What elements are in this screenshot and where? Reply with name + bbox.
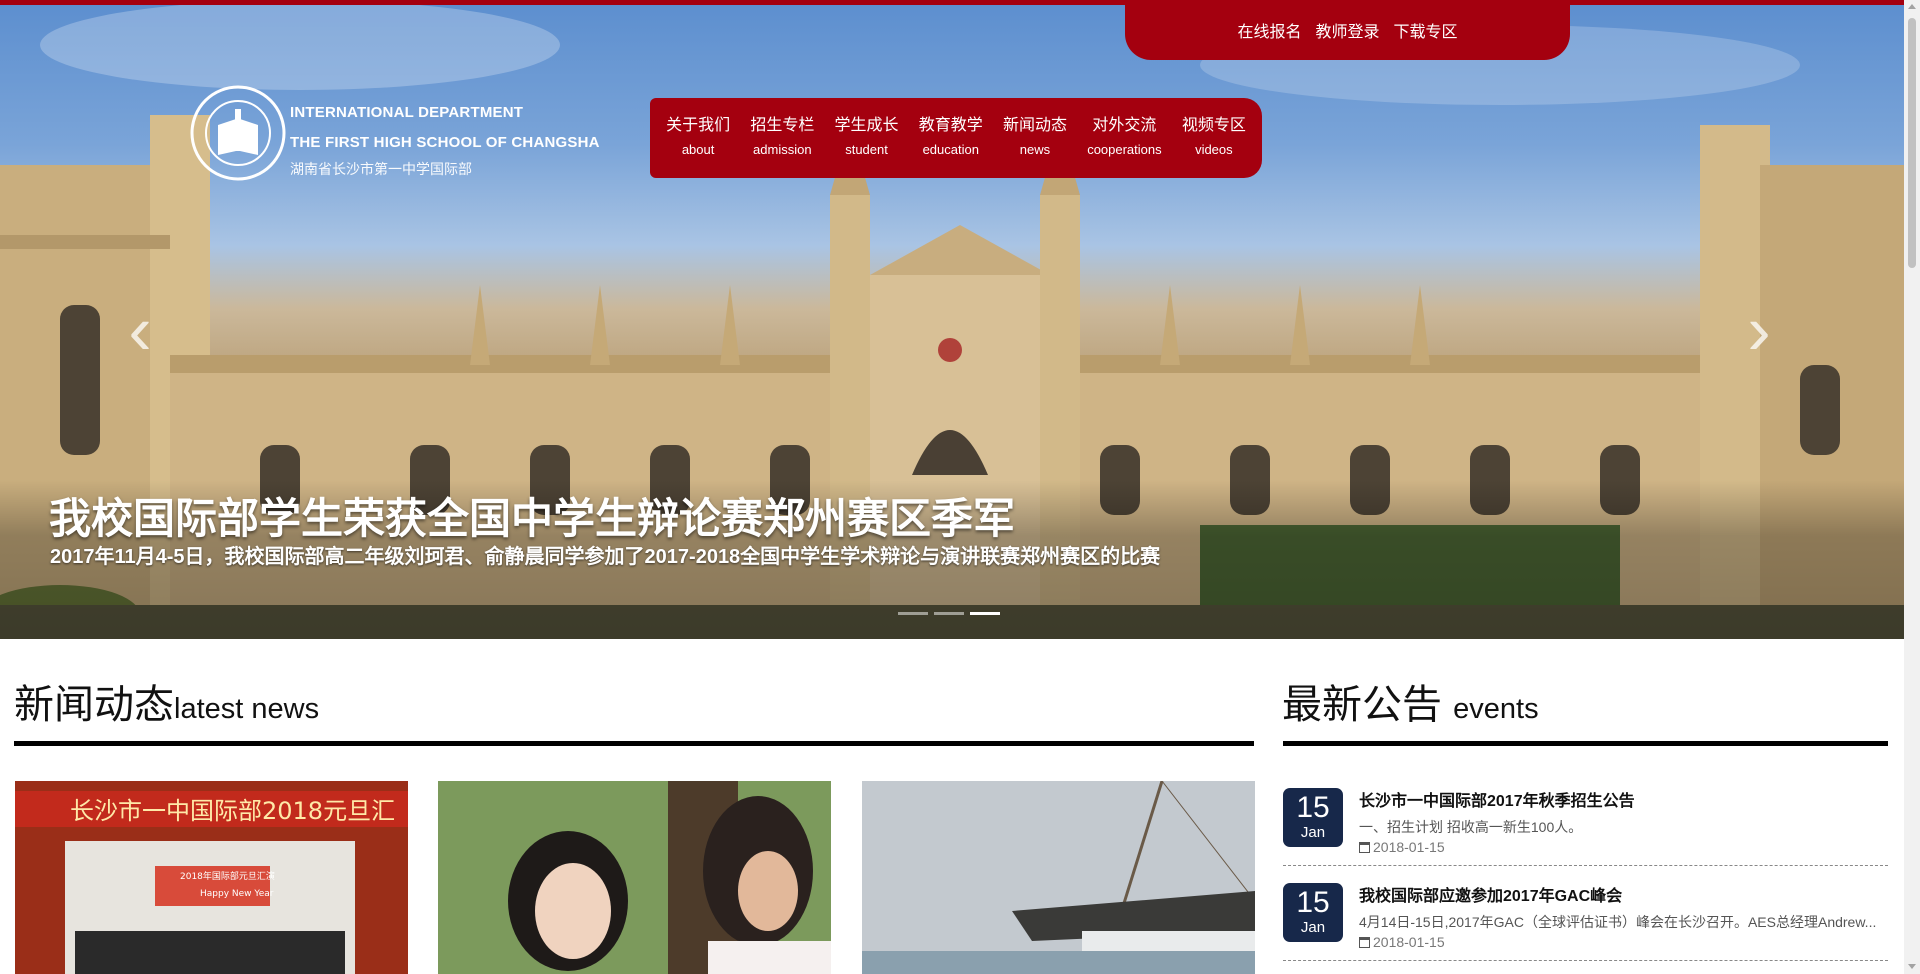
- hero-slide-description: 2017年11月4-5日，我校国际部高二年级刘珂君、俞静晨同学参加了2017-2…: [50, 546, 1161, 568]
- event-month: Jan: [1300, 824, 1326, 841]
- events-title-cn: 最新公告: [1282, 683, 1442, 727]
- nav-label-en: about: [681, 142, 715, 157]
- nav-item-videos[interactable]: 视频专区 videos: [1182, 114, 1246, 162]
- carousel-dot-3-active[interactable]: [970, 612, 1000, 615]
- news-thumbnail-students[interactable]: [438, 781, 831, 974]
- nav-item-cooperations[interactable]: 对外交流 cooperations: [1087, 114, 1161, 162]
- event-date-badge: 15 Jan: [1283, 788, 1343, 847]
- news-image-2: [438, 781, 831, 974]
- carousel-dot-2[interactable]: [934, 612, 964, 615]
- nav-label-cn: 关于我们: [666, 117, 731, 134]
- nav-label-en: education: [922, 142, 979, 157]
- logo-text-block: INTERNATIONAL DEPARTMENT THE FIRST HIGH …: [290, 98, 600, 180]
- news-image-3: [862, 781, 1255, 974]
- hero-slide-title[interactable]: 我校国际部学生荣获全国中学生辩论赛郑州赛区季军: [49, 485, 1015, 546]
- events-section-title: 最新公告 events: [1282, 672, 1539, 730]
- scroll-down-arrow-icon[interactable]: [1908, 964, 1916, 969]
- school-logo-icon[interactable]: [190, 85, 286, 181]
- news-title-en: latest news: [174, 693, 320, 725]
- scroll-up-arrow-icon[interactable]: [1908, 4, 1916, 9]
- carousel-indicators: [898, 612, 1000, 615]
- link-downloads[interactable]: 下载专区: [1394, 18, 1458, 42]
- event-date-badge: 15 Jan: [1283, 883, 1343, 942]
- carousel-prev-arrow-icon[interactable]: ‹: [118, 295, 162, 365]
- event-month: Jan: [1300, 919, 1326, 936]
- calendar-icon: [1359, 937, 1370, 948]
- event-title[interactable]: 我校国际部应邀参加2017年GAC峰会: [1359, 882, 1622, 906]
- event-date-text: 2018-01-15: [1373, 934, 1445, 950]
- nav-label-en: student: [845, 142, 888, 157]
- event-date-text: 2018-01-15: [1373, 839, 1445, 855]
- nav-label-cn: 教育教学: [918, 117, 983, 134]
- news-thumb-1-screen-text-2: Happy New Year: [200, 889, 274, 899]
- nav-item-student[interactable]: 学生成长 student: [835, 114, 899, 162]
- carousel-dot-1[interactable]: [898, 612, 928, 615]
- link-online-registration[interactable]: 在线报名: [1237, 18, 1301, 42]
- event-posted-date: 2018-01-15: [1359, 934, 1445, 950]
- nav-label-cn: 视频专区: [1181, 117, 1246, 134]
- news-thumbnail-new-year-gala[interactable]: 长沙市一中国际部2018元旦汇 2018年国际部元旦汇演 Happy New Y…: [15, 781, 408, 974]
- event-title[interactable]: 长沙市一中国际部2017年秋季招生公告: [1359, 787, 1635, 811]
- news-title-cn: 新闻动态: [14, 683, 174, 727]
- news-thumb-1-caption: 长沙市一中国际部2018元旦汇: [70, 797, 395, 825]
- event-item[interactable]: 15 Jan 我校国际部应邀参加2017年GAC峰会 4月14日-15日,201…: [1283, 870, 1888, 961]
- calendar-icon: [1359, 842, 1370, 853]
- page-scrollbar[interactable]: [1904, 0, 1920, 974]
- nav-item-about[interactable]: 关于我们 about: [666, 114, 730, 162]
- main-navigation: 关于我们 about 招生专栏 admission 学生成长 student 教…: [650, 98, 1262, 178]
- nav-item-admission[interactable]: 招生专栏 admission: [750, 114, 814, 162]
- link-teacher-login[interactable]: 教师登录: [1315, 18, 1379, 42]
- logo-english-line-2: THE FIRST HIGH SCHOOL OF CHANGSHA: [290, 134, 600, 151]
- nav-label-cn: 学生成长: [834, 117, 899, 134]
- nav-label-en: admission: [753, 142, 812, 157]
- event-day: 15: [1296, 886, 1330, 919]
- scrollbar-thumb[interactable]: [1908, 18, 1916, 268]
- nav-label-en: videos: [1195, 142, 1233, 157]
- event-description: 4月14日-15日,2017年GAC（全球评估证书）峰会在长沙召开。AES总经理…: [1359, 914, 1877, 930]
- carousel-next-arrow-icon[interactable]: ›: [1737, 295, 1781, 365]
- logo-english-line-1: INTERNATIONAL DEPARTMENT: [290, 104, 524, 121]
- nav-label-cn: 招生专栏: [750, 117, 815, 134]
- events-divider: [1283, 741, 1888, 746]
- nav-label-en: news: [1019, 142, 1051, 157]
- news-image-1: 长沙市一中国际部2018元旦汇 2018年国际部元旦汇演 Happy New Y…: [15, 781, 408, 974]
- event-posted-date: 2018-01-15: [1359, 839, 1445, 855]
- nav-label-en: cooperations: [1087, 142, 1162, 157]
- events-title-en: events: [1453, 693, 1539, 725]
- event-day: 15: [1296, 791, 1330, 824]
- news-thumbnail-sailing[interactable]: [862, 781, 1255, 974]
- news-section-title: 新闻动态latest news: [14, 672, 319, 730]
- nav-item-education[interactable]: 教育教学 education: [919, 114, 983, 162]
- nav-label-cn: 新闻动态: [1002, 117, 1067, 134]
- event-description: 一、招生计划 招收高一新生100人。: [1359, 819, 1583, 835]
- nav-label-cn: 对外交流: [1092, 117, 1157, 134]
- event-item[interactable]: 15 Jan 长沙市一中国际部2017年秋季招生公告 一、招生计划 招收高一新生…: [1283, 775, 1888, 866]
- top-utility-links: 在线报名 教师登录 下载专区: [1125, 5, 1570, 60]
- news-divider: [14, 741, 1254, 746]
- logo-chinese-line: 湖南省长沙市第一中学国际部: [290, 161, 472, 177]
- nav-item-news[interactable]: 新闻动态 news: [1003, 114, 1067, 162]
- news-thumb-1-screen-text: 2018年国际部元旦汇演: [180, 870, 275, 882]
